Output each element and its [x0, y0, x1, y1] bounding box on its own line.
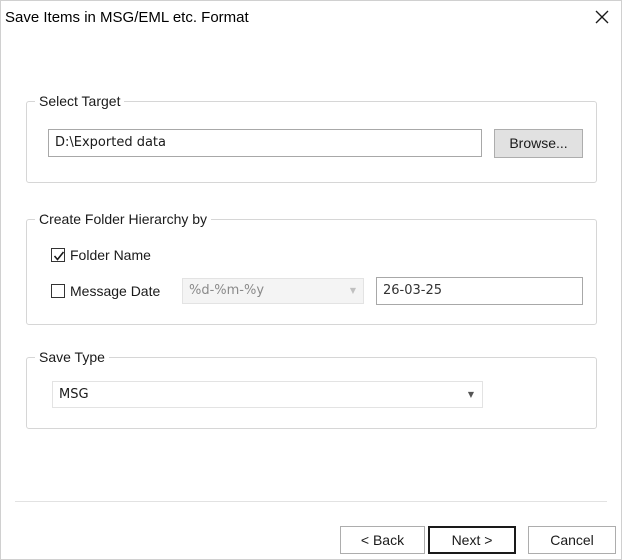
folder-hierarchy-group: Create Folder Hierarchy by Folder Name M… — [26, 211, 597, 325]
date-value-field[interactable]: 26-03-25 — [376, 277, 583, 305]
back-button[interactable]: < Back — [340, 526, 425, 554]
footer-separator — [15, 501, 607, 502]
cancel-button[interactable]: Cancel — [528, 526, 616, 554]
select-target-legend: Select Target — [35, 93, 125, 109]
folder-name-option[interactable]: Folder Name — [51, 245, 151, 265]
chevron-down-icon: ▼ — [467, 390, 474, 399]
date-format-dropdown[interactable]: %d-%m-%y ▼ — [182, 278, 364, 304]
checkmark-icon — [53, 251, 65, 261]
message-date-checkbox[interactable] — [51, 284, 65, 298]
chevron-down-icon: ▼ — [349, 286, 356, 295]
dialog-title: Save Items in MSG/EML etc. Format — [5, 9, 249, 26]
close-button[interactable] — [583, 1, 621, 33]
message-date-option[interactable]: Message Date — [51, 281, 160, 301]
close-icon — [595, 10, 609, 24]
date-format-value: %d-%m-%y — [189, 283, 265, 298]
next-button[interactable]: Next > — [428, 526, 516, 554]
target-path-input[interactable]: D:\Exported data — [48, 129, 482, 157]
save-type-dropdown[interactable]: MSG ▼ — [52, 381, 483, 408]
save-items-dialog: Save Items in MSG/EML etc. Format Select… — [0, 0, 622, 560]
browse-button[interactable]: Browse... — [494, 129, 583, 158]
folder-name-checkbox[interactable] — [51, 248, 65, 262]
title-bar: Save Items in MSG/EML etc. Format — [1, 1, 621, 35]
folder-name-label: Folder Name — [70, 247, 151, 263]
folder-hierarchy-legend: Create Folder Hierarchy by — [35, 211, 212, 227]
message-date-label: Message Date — [70, 283, 161, 299]
save-type-legend: Save Type — [35, 349, 109, 365]
save-type-group: Save Type MSG ▼ — [26, 349, 597, 429]
select-target-group: Select Target D:\Exported data Browse... — [26, 93, 597, 183]
save-type-value: MSG — [59, 387, 89, 402]
